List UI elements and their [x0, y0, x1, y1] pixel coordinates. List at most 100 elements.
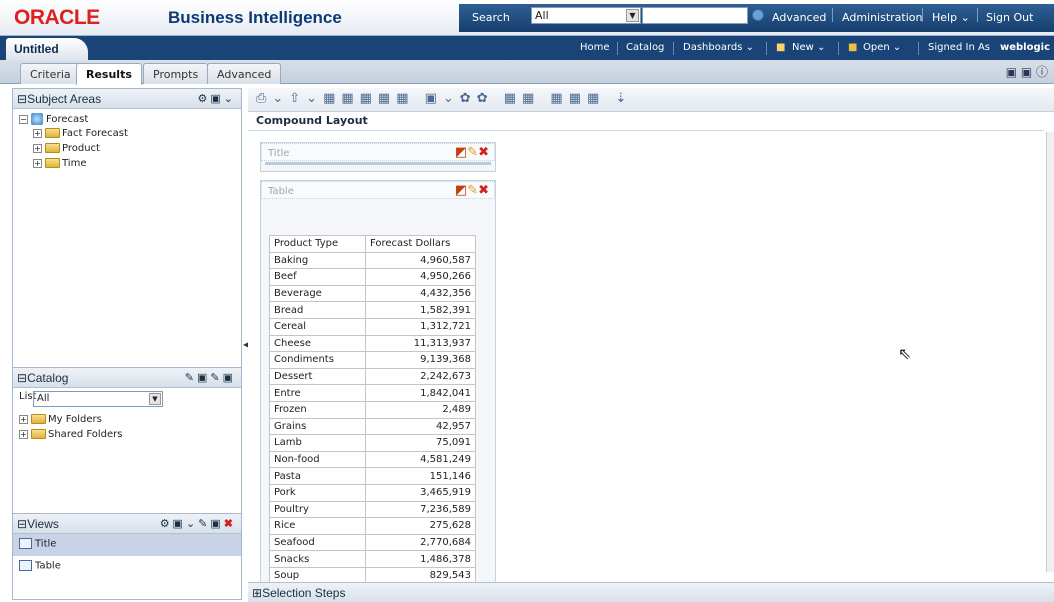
table-row: Beverage 4,432,356 [269, 284, 476, 303]
collapse-icon[interactable]: ⊟ [17, 92, 27, 106]
collapse-icon[interactable]: ⊟ [17, 371, 27, 385]
collapse-icon[interactable]: ⊟ [17, 517, 27, 531]
subject-areas-title: Subject Areas [27, 92, 102, 106]
catalog-list-select[interactable]: All ▼ [33, 391, 163, 407]
table-row: Bread 1,582,391 [269, 301, 476, 319]
tree-label: My Folders [48, 414, 102, 425]
subject-areas-pane: ⊟Subject Areas ⚙▣⌄ − Forecast + Fact Forec… [13, 89, 241, 367]
search-input[interactable] [642, 7, 748, 24]
catalog-tree: + My Folders + Shared Folders [13, 410, 241, 444]
expand-icon[interactable]: + [33, 128, 42, 138]
forecast-dollars-cell: 1,582,391 [365, 301, 476, 319]
user-menu[interactable]: weblogic [1000, 42, 1050, 53]
tab-prompts[interactable]: Prompts [143, 63, 209, 84]
views-tools-icon[interactable]: ⚙▣⌄✎▣✖ [160, 517, 236, 530]
table-row: Pasta 151,146 [269, 467, 476, 485]
view-item-title[interactable]: Title [13, 534, 241, 556]
administration-link[interactable]: Administration [842, 11, 923, 24]
catalog-link[interactable]: Catalog [626, 42, 664, 53]
sign-out-link[interactable]: Sign Out [986, 11, 1033, 24]
folder-icon [31, 414, 46, 424]
tab-advanced[interactable]: Advanced [207, 63, 282, 84]
format-container-icon[interactable]: ◩ [455, 183, 467, 198]
format-container-icon[interactable]: ◩ [455, 145, 467, 160]
product-type-cell: Grains [269, 417, 366, 436]
expand-icon[interactable]: + [33, 158, 42, 168]
catalog-header[interactable]: ⊟Catalog ✎▣✎▣ [13, 368, 241, 388]
mouse-cursor-icon: ⇖ [898, 344, 912, 363]
subject-area-tools-icon[interactable]: ⚙▣⌄ [198, 92, 236, 105]
product-type-cell: Pork [269, 483, 366, 502]
divider [977, 8, 978, 22]
table-view-container[interactable]: Table ◩✎✖ Product Type Forecast Dollars … [260, 180, 496, 590]
forecast-dollars-cell: 4,432,356 [365, 284, 476, 303]
edit-pencil-icon[interactable]: ✎ [467, 183, 478, 198]
table-row: Entre 1,842,041 [269, 384, 476, 402]
catalog-tools-icon[interactable]: ✎▣✎▣ [185, 371, 236, 384]
expand-icon[interactable]: ⊞ [252, 586, 262, 600]
save-icons[interactable]: ▣ ▣ ⓘ [1006, 63, 1048, 80]
view-actions: ◩✎✖ [455, 145, 489, 160]
product-type-cell: Cereal [269, 317, 366, 336]
tree-node-shared-folders[interactable]: + Shared Folders [19, 429, 241, 444]
editor-tabs: Criteria Results Prompts Advanced ▣ ▣ ⓘ [0, 60, 1054, 85]
document-tab[interactable]: Untitled [6, 38, 88, 60]
remove-x-icon[interactable]: ✖ [478, 183, 489, 198]
help-menu[interactable]: Help ⌄ [932, 11, 970, 24]
remove-x-icon[interactable]: ✖ [478, 145, 489, 160]
tree-label: Fact Forecast [62, 128, 128, 139]
search-scope-select[interactable]: All ▼ [531, 7, 641, 24]
forecast-dollars-cell: 9,139,368 [365, 351, 476, 369]
expand-icon[interactable]: + [33, 143, 42, 153]
tree-node-fact-forecast[interactable]: + Fact Forecast [19, 128, 241, 143]
views-pane: ⊟Views ⚙▣⌄✎▣✖ Title Table [13, 513, 241, 599]
table-row: Lamb 75,091 [269, 434, 476, 452]
edit-pencil-icon[interactable]: ✎ [467, 145, 478, 160]
home-link[interactable]: Home [580, 42, 610, 53]
tab-results[interactable]: Results [76, 63, 142, 85]
tree-node-forecast[interactable]: − Forecast [19, 113, 241, 128]
open-menu[interactable]: Open ⌄ [863, 42, 901, 53]
title-underline [265, 162, 491, 165]
advanced-link[interactable]: Advanced [772, 11, 826, 24]
column-header[interactable]: Forecast Dollars [365, 235, 476, 253]
forecast-dollars-cell: 151,146 [365, 467, 476, 485]
selection-steps-pane[interactable]: ⊞Selection Steps [248, 582, 1054, 602]
search-scope-value: All [535, 9, 549, 22]
title-view-container[interactable]: Title ◩✎✖ [260, 142, 496, 172]
product-title: Business Intelligence [168, 8, 342, 27]
product-type-cell: Baking [269, 251, 366, 270]
app-header: ORACLE Business Intelligence Search All … [0, 0, 1054, 36]
views-header[interactable]: ⊟Views ⚙▣⌄✎▣✖ [13, 514, 241, 534]
collapse-icon[interactable]: − [19, 114, 28, 124]
vertical-scrollbar[interactable] [1046, 132, 1054, 572]
product-type-cell: Dessert [269, 367, 366, 386]
subject-areas-header[interactable]: ⊟Subject Areas ⚙▣⌄ [13, 89, 241, 109]
table-row: Poultry 7,236,589 [269, 500, 476, 519]
expand-icon[interactable]: + [19, 414, 28, 424]
view-item-table[interactable]: Table [13, 556, 241, 578]
forecast-dollars-cell: 1,312,721 [365, 317, 476, 336]
tree-node-my-folders[interactable]: + My Folders [19, 414, 241, 429]
search-go-icon[interactable] [752, 9, 764, 21]
tab-criteria[interactable]: Criteria [20, 63, 81, 84]
tree-label: Shared Folders [48, 429, 123, 440]
forecast-dollars-cell: 7,236,589 [365, 500, 476, 519]
expand-icon[interactable]: + [19, 429, 28, 439]
divider [248, 130, 1044, 131]
signed-in-label: Signed In As [928, 42, 991, 53]
divider [673, 42, 674, 55]
tree-node-time[interactable]: + Time [19, 158, 241, 173]
catalog-pane: ⊟Catalog ✎▣✎▣ List All ▼ + My Folders + Sha… [13, 367, 241, 513]
column-header[interactable]: Product Type [269, 235, 366, 253]
tree-node-product[interactable]: + Product [19, 143, 241, 158]
folder-icon [31, 429, 46, 439]
table-row: Snacks 1,486,378 [269, 550, 476, 568]
dashboards-menu[interactable]: Dashboards ⌄ [683, 42, 754, 53]
forecast-dollars-cell: 42,957 [365, 417, 476, 436]
folder-icon [45, 143, 60, 153]
results-toolbar[interactable]: ⎙⌄⇧⌄▦▦▦▦▦ ▣⌄✿✿ ▦▦ ▦▦▦ ⇣ [248, 88, 1054, 112]
new-menu[interactable]: New ⌄ [792, 42, 825, 53]
product-type-cell: Pasta [269, 467, 366, 485]
table-row: Pork 3,465,919 [269, 483, 476, 502]
